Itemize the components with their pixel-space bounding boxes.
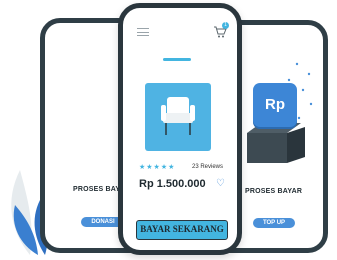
- chair-icon: [161, 97, 195, 135]
- price: Rp 1.500.000: [139, 178, 206, 190]
- box-icon: [247, 123, 307, 163]
- right-card-title: PROSES BAYAR: [245, 188, 303, 195]
- phone-center: 1 ★★★★★ 23 Reviews Rp 1.500.000 ♡ BAYAR …: [118, 3, 242, 255]
- rating-stars: ★★★★★: [139, 164, 176, 171]
- rp-badge: Rp: [253, 83, 297, 127]
- menu-icon[interactable]: [137, 28, 149, 36]
- favorite-icon[interactable]: ♡: [216, 178, 225, 189]
- pay-now-button[interactable]: BAYAR SEKARANG: [136, 220, 228, 240]
- header-underline: [163, 58, 191, 61]
- rp-badge-text: Rp: [265, 96, 285, 113]
- top-up-button[interactable]: TOP UP: [253, 218, 295, 228]
- cart-icon[interactable]: 1: [213, 22, 229, 39]
- product-image[interactable]: [145, 83, 211, 151]
- reviews-count: 23 Reviews: [192, 164, 224, 170]
- cart-count-badge: 1: [222, 22, 229, 29]
